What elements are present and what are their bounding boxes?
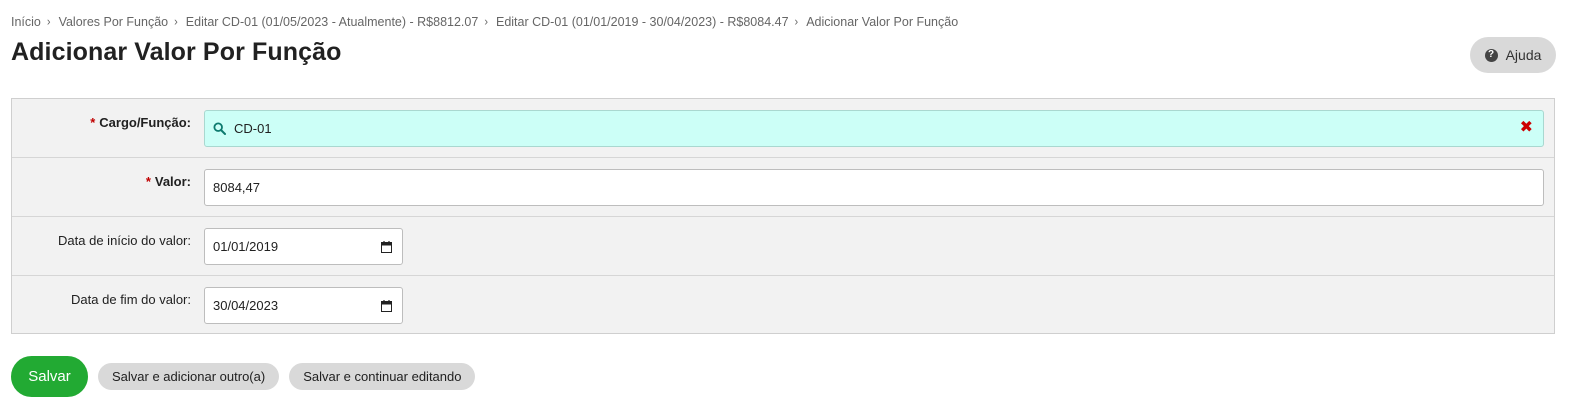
save-and-continue-button[interactable]: Salvar e continuar editando bbox=[289, 363, 476, 390]
form-row-data-fim: Data de fim do valor: 30/04/2023 bbox=[12, 276, 1554, 335]
question-circle-icon: ? bbox=[1484, 48, 1498, 62]
cargo-search-field[interactable]: CD-01 ✖ bbox=[204, 110, 1544, 147]
breadcrumb-item-inicio[interactable]: Início bbox=[11, 15, 41, 29]
breadcrumb-item-valores-por-funcao[interactable]: Valores Por Função bbox=[59, 15, 169, 29]
chevron-right-icon: › bbox=[46, 15, 51, 29]
breadcrumb-item-editar-atual[interactable]: Editar CD-01 (01/05/2023 - Atualmente) -… bbox=[186, 15, 479, 29]
calendar-icon[interactable] bbox=[381, 240, 392, 253]
data-fim-input[interactable]: 30/04/2023 bbox=[204, 287, 403, 324]
breadcrumb: Início › Valores Por Função › Editar CD-… bbox=[11, 15, 958, 29]
chevron-right-icon: › bbox=[174, 15, 178, 29]
data-inicio-input[interactable]: 01/01/2019 bbox=[204, 228, 403, 265]
chevron-right-icon: › bbox=[794, 15, 799, 29]
data-fim-value: 30/04/2023 bbox=[213, 298, 279, 313]
valor-value: 8084,47 bbox=[213, 180, 260, 195]
required-star: * bbox=[145, 174, 151, 189]
required-star: * bbox=[90, 115, 96, 130]
cargo-label: * Cargo/Função: bbox=[90, 115, 191, 130]
cargo-value: CD-01 bbox=[234, 121, 272, 136]
help-button[interactable]: ? Ajuda bbox=[1470, 37, 1556, 73]
form-row-data-inicio: Data de início do valor: 01/01/2019 bbox=[12, 217, 1554, 276]
save-and-add-button[interactable]: Salvar e adicionar outro(a) bbox=[98, 363, 280, 390]
breadcrumb-item-editar-anterior[interactable]: Editar CD-01 (01/01/2019 - 30/04/2023) -… bbox=[496, 15, 789, 29]
valor-input[interactable]: 8084,47 bbox=[204, 169, 1544, 206]
help-button-label: Ajuda bbox=[1505, 47, 1542, 63]
form-row-valor: * Valor: 8084,47 bbox=[12, 158, 1554, 217]
breadcrumb-item-current: Adicionar Valor Por Função bbox=[806, 15, 959, 29]
chevron-right-icon: › bbox=[484, 15, 488, 29]
data-inicio-value: 01/01/2019 bbox=[213, 239, 279, 254]
save-button[interactable]: Salvar bbox=[11, 356, 88, 397]
search-icon bbox=[213, 122, 226, 135]
close-icon[interactable]: ✖ bbox=[1520, 120, 1533, 136]
form-row-cargo: * Cargo/Função: CD-01 ✖ bbox=[12, 99, 1554, 158]
data-inicio-label: Data de início do valor: bbox=[58, 233, 191, 248]
form-panel: * Cargo/Função: CD-01 ✖ * Valor: 8084,47 D… bbox=[11, 98, 1555, 334]
form-actions: Salvar Salvar e adicionar outro(a) Salva… bbox=[11, 356, 476, 397]
calendar-icon[interactable] bbox=[381, 299, 392, 312]
data-fim-label: Data de fim do valor: bbox=[71, 292, 191, 307]
page-title: Adicionar Valor Por Função bbox=[11, 38, 342, 66]
valor-label: * Valor: bbox=[145, 174, 191, 189]
